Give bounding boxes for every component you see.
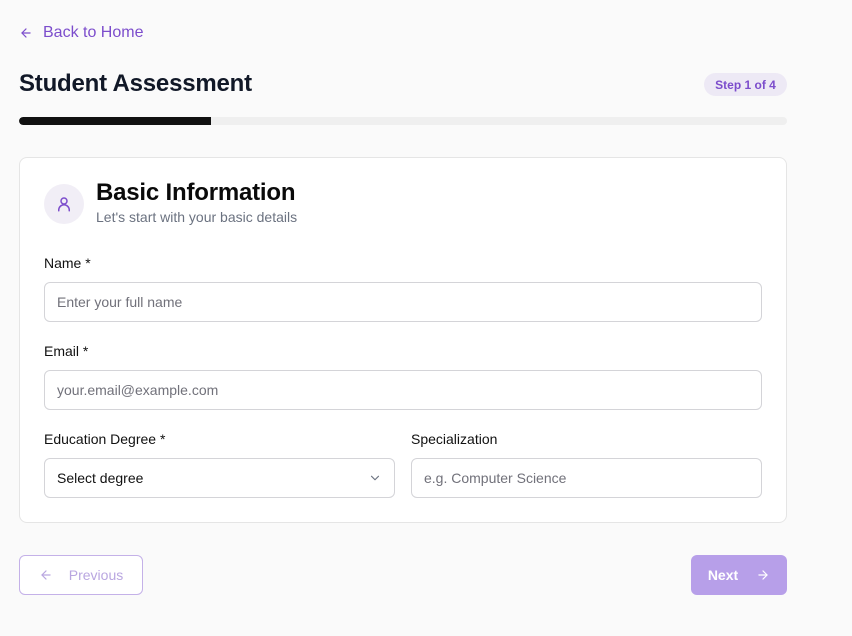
- arrow-left-icon: [21, 28, 31, 38]
- specialization-input[interactable]: [411, 458, 762, 498]
- user-icon: [58, 197, 70, 212]
- degree-label: Education Degree *: [44, 431, 166, 447]
- arrow-right-icon: [758, 570, 768, 580]
- specialization-label: Specialization: [411, 431, 498, 447]
- section-subtitle: Let's start with your basic details: [96, 209, 298, 225]
- back-link-label: Back to Home: [43, 24, 144, 41]
- assessment-page: Back to Home Student Assessment Step 1 o…: [0, 0, 852, 636]
- arrow-left-icon: [41, 570, 51, 580]
- section-title: Basic Information: [96, 179, 296, 206]
- page-title: Student Assessment: [19, 70, 252, 97]
- degree-select-value: Select degree: [57, 470, 144, 486]
- email-input[interactable]: [44, 370, 762, 410]
- next-button[interactable]: Next: [691, 555, 787, 595]
- progress-fill: [19, 117, 211, 125]
- step-badge: Step 1 of 4: [704, 73, 787, 96]
- previous-button-label: Previous: [68, 567, 124, 583]
- previous-button[interactable]: Previous: [19, 555, 143, 595]
- chevron-down-icon: [370, 475, 380, 481]
- name-label: Name *: [44, 255, 91, 271]
- progress-bar: [19, 117, 787, 125]
- degree-select[interactable]: Select degree: [44, 458, 395, 498]
- next-button-label: Next: [707, 567, 739, 583]
- name-input[interactable]: [44, 282, 762, 322]
- back-to-home-link[interactable]: Back to Home: [19, 22, 143, 44]
- section-avatar: [44, 184, 84, 224]
- basic-info-card: Basic Information Let's start with your …: [19, 157, 787, 523]
- email-label: Email *: [44, 343, 89, 359]
